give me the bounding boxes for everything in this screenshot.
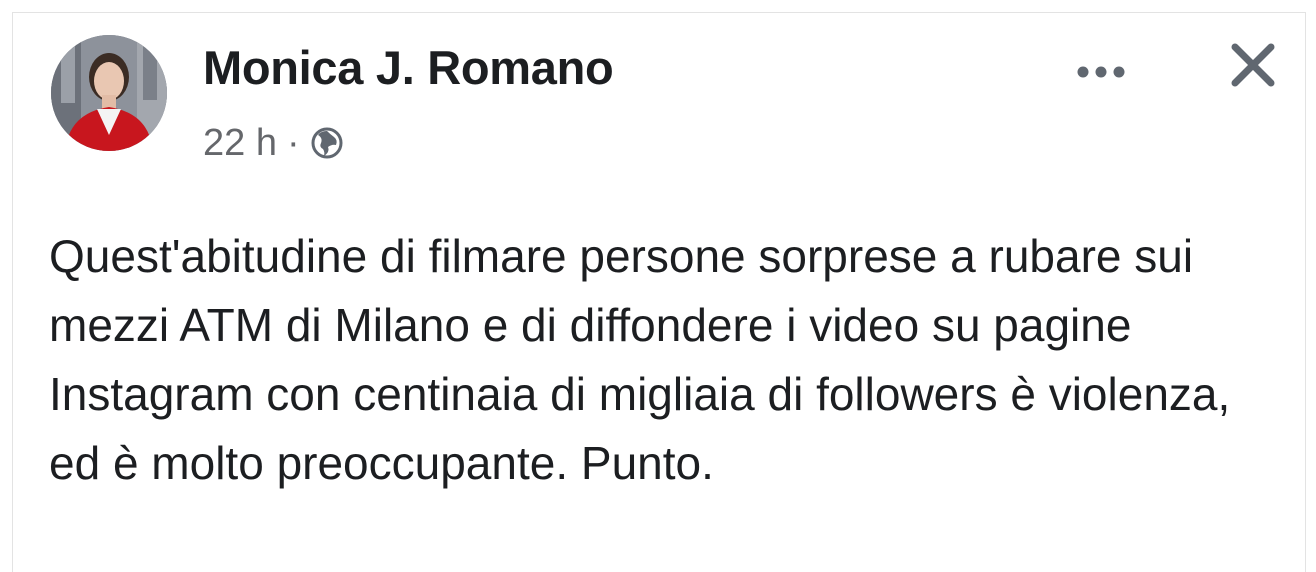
post-meta: 22 h ·: [203, 118, 344, 168]
profile-photo-icon: [51, 35, 167, 151]
close-button[interactable]: [1225, 37, 1281, 93]
post-timestamp[interactable]: 22 h: [203, 122, 277, 165]
meta-separator: ·: [286, 121, 300, 164]
more-options-button[interactable]: [1071, 47, 1131, 97]
author-name[interactable]: Monica J. Romano: [203, 40, 614, 95]
avatar[interactable]: [51, 35, 167, 151]
more-icon: [1077, 66, 1125, 78]
post-text: Quest'abitudine di filmare persone sorpr…: [49, 230, 1231, 489]
globe-icon[interactable]: [310, 126, 344, 160]
post-card: Monica J. Romano 22 h · Quest'abitudine …: [12, 12, 1306, 572]
close-icon: [1231, 43, 1275, 87]
